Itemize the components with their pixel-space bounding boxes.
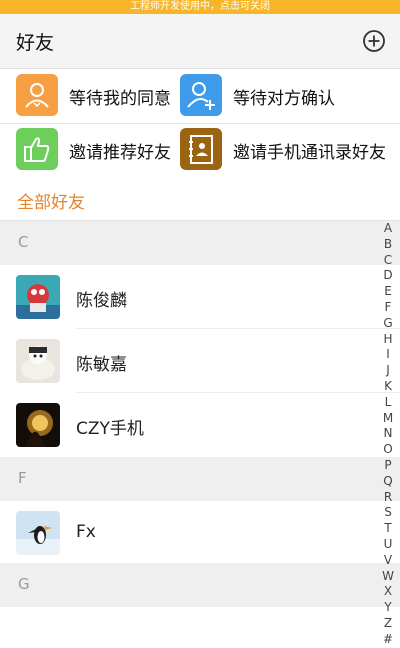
index-letter[interactable]: Y (380, 600, 396, 616)
avatar (16, 403, 60, 447)
contact-name: CZY手机 (76, 419, 144, 439)
contact-row[interactable]: 陈敏嘉 (0, 329, 400, 393)
dev-banner[interactable]: 工程师开发使用中，点击可关闭 (0, 0, 400, 14)
index-letter[interactable]: W (380, 569, 396, 585)
index-letter[interactable]: C (380, 253, 396, 269)
index-letter[interactable]: U (380, 537, 396, 553)
index-letter[interactable]: Q (380, 474, 396, 490)
index-letter[interactable]: B (380, 237, 396, 253)
invite-contacts-item[interactable]: 邀请手机通讯录好友 (0, 123, 400, 177)
index-letter[interactable]: O (380, 442, 396, 458)
avatar (16, 339, 60, 383)
index-letter[interactable]: M (380, 411, 396, 427)
all-friends-header: 全部好友 (0, 178, 400, 221)
index-letter[interactable]: S (380, 505, 396, 521)
index-letter[interactable]: T (380, 521, 396, 537)
section-header-c: C (0, 221, 400, 265)
action-label: 等待对方确认 (233, 89, 335, 109)
section-header-f: F (0, 457, 400, 501)
person-add-icon (180, 74, 222, 116)
friend-actions-grid: 等待我的同意 等待对方确认 邀请推荐好友 邀请手机通讯录好友 (0, 69, 400, 177)
action-label: 邀请手机通讯录好友 (233, 143, 386, 163)
waiting-confirm-item[interactable]: 等待对方确认 (0, 69, 400, 123)
index-letter[interactable]: I (380, 347, 396, 363)
contact-name: 陈俊麟 (76, 291, 127, 311)
index-letter[interactable]: P (380, 458, 396, 474)
index-letter[interactable]: L (380, 395, 396, 411)
index-letter[interactable]: H (380, 332, 396, 348)
index-letter[interactable]: X (380, 584, 396, 600)
index-letter[interactable]: J (380, 363, 396, 379)
section-letter: G (18, 575, 30, 593)
avatar (16, 275, 60, 319)
index-letter[interactable]: # (380, 632, 396, 648)
index-letter[interactable]: A (380, 221, 396, 237)
alphabet-index-bar[interactable]: A B C D E F G H I J K L M N O P Q R S T U V W X Y Z # (380, 221, 396, 646)
contact-row[interactable]: 陈俊麟 (0, 265, 400, 329)
index-letter[interactable]: Z (380, 616, 396, 632)
contact-name: 陈敏嘉 (76, 355, 127, 375)
contact-row[interactable]: Fx (0, 501, 400, 563)
avatar (16, 511, 60, 555)
index-letter[interactable]: G (380, 316, 396, 332)
index-letter[interactable]: V (380, 553, 396, 569)
index-letter[interactable]: K (380, 379, 396, 395)
index-letter[interactable]: E (380, 284, 396, 300)
index-letter[interactable]: N (380, 426, 396, 442)
index-letter[interactable]: R (380, 490, 396, 506)
contact-name: Fx (76, 522, 96, 542)
section-letter: C (18, 233, 29, 251)
navigation-bar: 好友 (0, 14, 400, 69)
section-letter: F (18, 469, 27, 487)
index-letter[interactable]: F (380, 300, 396, 316)
plus-circle-icon (363, 30, 385, 52)
all-friends-label: 全部好友 (17, 193, 85, 213)
page-title: 好友 (16, 32, 55, 54)
index-letter[interactable]: D (380, 268, 396, 284)
section-header-g: G (0, 563, 400, 607)
add-friend-button[interactable] (362, 29, 386, 53)
contact-book-icon (180, 128, 222, 170)
contact-row[interactable]: CZY手机 (0, 393, 400, 457)
